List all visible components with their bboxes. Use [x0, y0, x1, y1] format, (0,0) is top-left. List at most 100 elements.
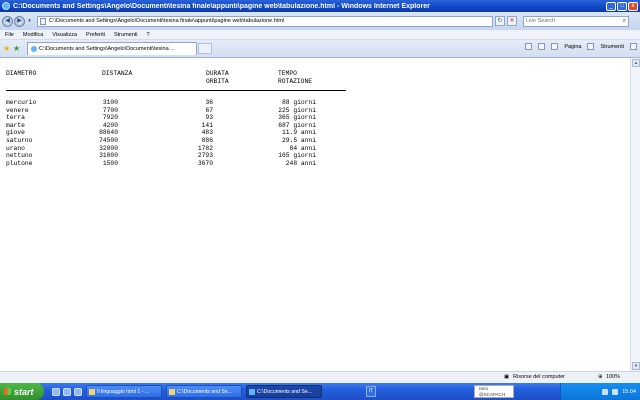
address-url[interactable]: C:\Documents and Settings\Angelo\Documen… — [49, 18, 284, 24]
planet-name: plutone — [6, 159, 33, 167]
header-distanza: DISTANZA — [102, 70, 133, 77]
table-row: plutone 1500 3670 248 anni — [0, 160, 340, 168]
tray-network-icon[interactable] — [602, 388, 609, 395]
taskbar: start Il linguaggio html 1 - ... C:\Docu… — [0, 383, 640, 400]
menu-file[interactable]: File — [5, 32, 14, 38]
planet-orbit: 93 — [205, 114, 213, 122]
taskbar-item-label: Il linguaggio html 1 - ... — [97, 388, 150, 395]
history-dropdown-icon[interactable]: ▾ — [26, 17, 33, 26]
address-field[interactable]: C:\Documents and Settings\Angelo\Documen… — [37, 15, 493, 27]
planet-rotation: 165 giorni — [278, 152, 316, 160]
status-zone: Risorse del computer — [513, 374, 565, 380]
planet-name: terra — [6, 114, 25, 122]
planet-orbit: 141 — [201, 121, 213, 129]
gear-icon — [587, 43, 595, 50]
minimize-button[interactable]: _ — [606, 1, 616, 11]
ie-logo-icon — [2, 2, 10, 10]
planet-name: nettuno — [6, 152, 33, 160]
table-row: urano 32000 1782 84 anni — [0, 145, 340, 153]
planet-orbit: 483 — [201, 129, 213, 137]
planet-name: marte — [6, 121, 25, 129]
address-toolbar: ◀ ▶ ▾ C:\Documents and Settings\Angelo\D… — [0, 12, 640, 30]
clock: 15.04 — [622, 388, 636, 395]
header-divider — [6, 90, 346, 91]
go-refresh-button[interactable]: ↻ — [495, 16, 505, 26]
home-icon[interactable] — [525, 43, 533, 50]
tab-current[interactable]: C:\Documents and Settings\Angelo\Documen… — [27, 42, 197, 55]
language-indicator[interactable]: IT — [366, 386, 376, 397]
back-button[interactable]: ◀ — [2, 15, 13, 27]
table-row: terra 7920 93 365 giorni — [0, 114, 340, 122]
start-button[interactable]: start — [0, 383, 44, 400]
nero-subtitle: @SCAPACH — [479, 392, 505, 397]
scroll-down-button[interactable]: ▼ — [632, 362, 640, 370]
taskbar-item-folder[interactable]: C:\Documents and Se... — [166, 385, 242, 398]
start-label: start — [14, 386, 34, 397]
planet-orbit: 2793 — [197, 152, 213, 160]
window-title: C:\Documents and Settings\Angelo\Documen… — [13, 2, 430, 10]
table-row: nettuno 31000 2793 165 giorni — [0, 152, 340, 160]
menu-modifica[interactable]: Modifica — [23, 32, 43, 38]
stop-button[interactable]: ✕ — [507, 16, 517, 26]
feeds-icon[interactable] — [538, 43, 546, 50]
print-icon[interactable] — [551, 43, 559, 50]
system-tray: 15.04 — [560, 383, 640, 400]
taskbar-item-word[interactable]: Il linguaggio html 1 - ... — [86, 385, 162, 398]
menu-bar: File Modifica Visualizza Preferiti Strum… — [0, 30, 640, 40]
folder-icon — [169, 388, 175, 395]
tray-volume-icon[interactable] — [612, 388, 619, 395]
table-row: marte 4200 141 687 giorni — [0, 122, 340, 130]
favorites-star-icon[interactable]: ★ — [3, 44, 13, 53]
tab-bar: ★ ★ C:\Documents and Settings\Angelo\Doc… — [0, 40, 640, 58]
quick-launch-media-icon[interactable] — [74, 387, 82, 396]
planet-rotation: 29.5 anni — [281, 137, 316, 144]
help-icon[interactable] — [630, 43, 637, 50]
planet-distance: 3100 — [102, 99, 118, 106]
taskbar-item-ie[interactable]: C:\Documents and Se... — [246, 385, 322, 398]
zoom-level[interactable]: 100% — [606, 374, 620, 380]
menu-strumenti[interactable]: Strumenti — [114, 32, 138, 38]
planet-rotation: 365 giorni — [278, 114, 316, 122]
nero-scout-widget[interactable]: nero @SCAPACH — [474, 385, 514, 398]
planet-orbit: 67 — [205, 106, 213, 114]
new-tab-button[interactable] — [198, 43, 212, 54]
quick-launch-ie-icon[interactable] — [52, 387, 60, 396]
tools-menu-button[interactable]: Strumenti — [600, 44, 624, 50]
menu-help[interactable]: ? — [147, 32, 150, 38]
planet-distance: 32000 — [99, 144, 118, 152]
maximize-button[interactable]: □ — [617, 1, 627, 11]
title-bar: C:\Documents and Settings\Angelo\Documen… — [0, 0, 640, 12]
taskbar-item-label: C:\Documents and Se... — [177, 388, 233, 395]
vertical-scrollbar[interactable]: ▲ ▼ — [630, 58, 640, 371]
command-bar: Pagina Strumenti — [525, 43, 637, 50]
page-menu-button[interactable]: Pagina — [564, 44, 581, 50]
planet-orbit: 886 — [201, 137, 213, 144]
ie-icon — [249, 388, 255, 395]
page-content: DIAMETRO DISTANZA DURATA ORBITA TEMPO RO… — [0, 58, 630, 371]
planet-rotation: 88 giorni — [281, 99, 316, 106]
quick-launch-desktop-icon[interactable] — [63, 387, 71, 396]
planet-distance: 7700 — [102, 106, 118, 114]
forward-button[interactable]: ▶ — [14, 15, 25, 27]
taskbar-item-label: C:\Documents and Se... — [257, 388, 313, 395]
planet-distance: 88640 — [99, 129, 118, 137]
planet-rotation: 687 giorni — [278, 121, 316, 129]
planet-rotation: 11.9 anni — [281, 129, 316, 137]
close-button[interactable]: x — [628, 1, 638, 11]
table-row: mercurio 3100 36 88 giorni — [0, 99, 340, 107]
computer-icon: ▣ — [504, 374, 510, 380]
search-box[interactable]: ⌕ — [523, 15, 629, 27]
planet-name: urano — [6, 144, 25, 152]
scroll-up-button[interactable]: ▲ — [632, 59, 640, 67]
table-row: giove 88640 483 11.9 anni — [0, 129, 340, 137]
menu-preferiti[interactable]: Preferiti — [86, 32, 105, 38]
tab-label: C:\Documents and Settings\Angelo\Documen… — [39, 46, 175, 52]
search-input[interactable] — [526, 18, 616, 24]
table-row: venere 7700 67 225 giorni — [0, 107, 340, 115]
add-favorites-icon[interactable]: ★ — [13, 44, 23, 53]
menu-visualizza[interactable]: Visualizza — [52, 32, 77, 38]
search-icon[interactable]: ⌕ — [623, 18, 626, 25]
planet-distance: 1500 — [102, 159, 118, 167]
planet-distance: 31000 — [99, 152, 118, 160]
planet-distance: 7920 — [102, 114, 118, 122]
